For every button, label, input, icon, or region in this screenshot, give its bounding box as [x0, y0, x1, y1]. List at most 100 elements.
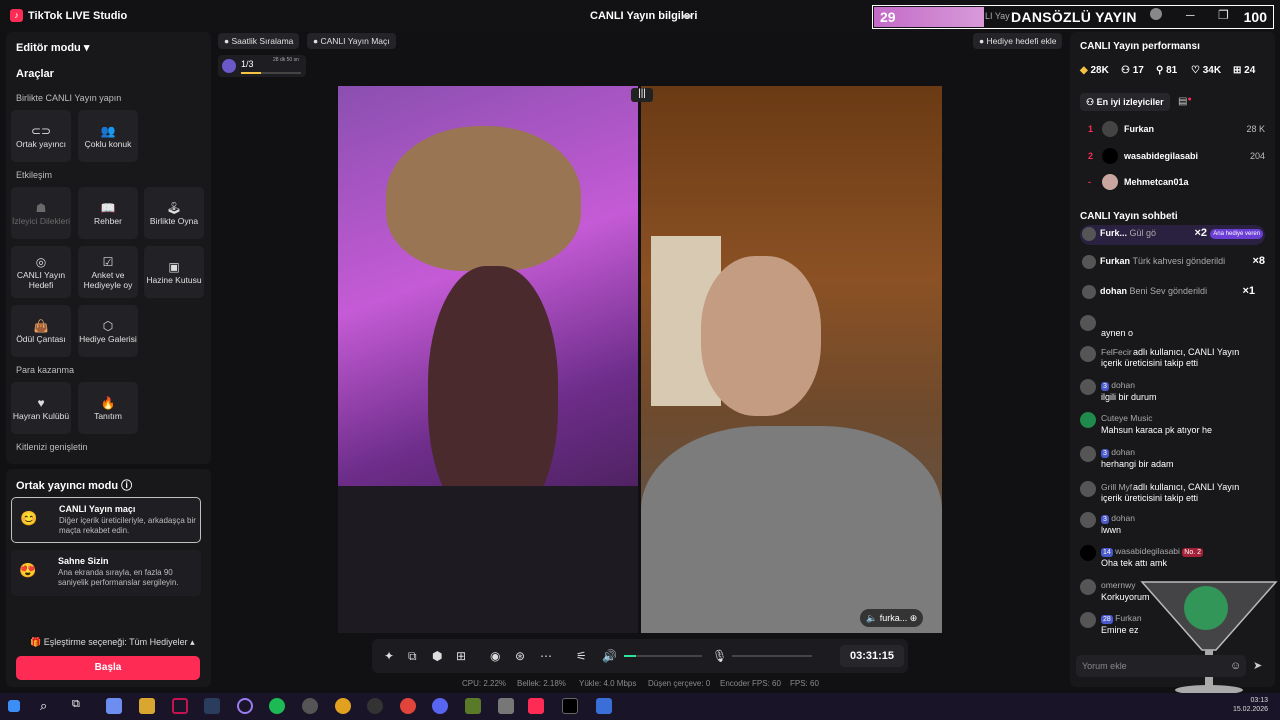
book-icon: 📖 — [100, 200, 116, 215]
explorer-icon[interactable] — [139, 698, 155, 714]
tool-guide[interactable]: 📖 Rehber — [78, 187, 138, 239]
shirt-left — [338, 486, 638, 633]
effects-icon[interactable]: ⬢ — [432, 649, 442, 663]
list-icon[interactable]: ▤● — [1178, 96, 1192, 107]
tool-treasure-box[interactable]: ▣ Hazine Kutusu — [144, 246, 204, 298]
metric-viewers: ⚇ 17 — [1121, 65, 1144, 76]
chip-live-match[interactable]: ● CANLI Yayın Maçı — [307, 33, 396, 49]
tiktok-icon[interactable] — [562, 698, 578, 714]
send-icon[interactable]: ➤ — [1253, 659, 1262, 672]
start-button[interactable]: Başla — [16, 656, 200, 680]
card-stage[interactable]: 😍 Sahne Sizin Ana ekranda sırayla, en fa… — [11, 550, 201, 596]
comment-input[interactable]: Yorum ekle — [1076, 655, 1246, 677]
hexagon-icon: ⬡ — [102, 318, 114, 333]
spotify-icon[interactable] — [269, 698, 285, 714]
shirt-right — [641, 426, 942, 633]
layout-icon[interactable]: ||| — [631, 88, 653, 102]
diamond-icon: ◆ — [1080, 65, 1088, 76]
section-audience: Kitlenizi genişletin — [16, 442, 88, 452]
editor-mode-dropdown[interactable]: Editör modu ▾ — [16, 41, 89, 54]
volume-icon[interactable]: 🔊 — [602, 649, 617, 663]
search-icon[interactable]: ⌕ — [40, 698, 56, 714]
metric-likes: ♡ 34K — [1191, 65, 1222, 76]
gift-icon: ⊞ — [1233, 65, 1242, 76]
settings-sliders-icon[interactable]: ⚟ — [576, 649, 587, 663]
viewer-row[interactable]: 1 Furkan 28 K — [1080, 120, 1265, 140]
app-icon[interactable] — [237, 698, 253, 714]
minecraft-icon[interactable] — [465, 698, 481, 714]
match-option-dropdown[interactable]: 🎁 Eşleştirme seçeneği: Tüm Hediyeler ▴ — [30, 637, 195, 648]
section-money: Para kazanma — [16, 365, 75, 375]
app-icon[interactable] — [498, 698, 514, 714]
maximize-icon[interactable]: ❐ — [1218, 8, 1229, 22]
emoji-icon[interactable]: ☺ — [1230, 660, 1241, 672]
gift-row[interactable]: Furkan Türk kahvesi gönderildi ×8 — [1080, 253, 1265, 273]
live-goal-progress[interactable]: 1/3 28 dk 50 sn — [218, 55, 306, 77]
camera-icon[interactable]: ⊛ — [515, 649, 525, 663]
add-source-icon[interactable]: ⊞ — [456, 649, 466, 663]
top-gifter-badge: Ana hediye veren — [1210, 229, 1263, 239]
cohost-title: Ortak yayıncı modu ⓘ — [16, 480, 133, 492]
more-icon[interactable]: ⋯ — [540, 649, 552, 663]
bear-hat — [386, 126, 581, 271]
tool-gift-gallery[interactable]: ⬡ Hediye Galerisi — [78, 305, 138, 357]
info-icon[interactable]: ⓘ — [121, 480, 132, 492]
overlay-faded-text: LI Yay — [985, 11, 1010, 21]
tool-live-goal[interactable]: ◎ CANLI Yayın Hedefi — [11, 246, 71, 298]
system-clock[interactable]: 03:13 15.02.2026 — [1233, 696, 1268, 714]
opera-icon[interactable] — [172, 698, 188, 714]
app-icon[interactable] — [400, 698, 416, 714]
avatar — [1082, 227, 1096, 241]
avatar — [1080, 612, 1096, 628]
card-live-match[interactable]: 😊 CANLI Yayın maçı Diğer içerik üreticil… — [11, 497, 201, 543]
stage-icon: 😍 — [19, 562, 37, 578]
avatar — [1080, 315, 1096, 331]
screen-icon[interactable]: ⧉ — [408, 649, 417, 664]
app-icon[interactable] — [596, 698, 612, 714]
task-view-icon[interactable]: ⧉ — [72, 698, 88, 714]
tiktok-live-studio-icon[interactable] — [528, 698, 544, 714]
gift-row[interactable]: Furk... Gül gö ×2 Ana hediye veren — [1080, 225, 1265, 245]
tool-play-together[interactable]: 🕹 Birlikte Oyna — [144, 187, 204, 239]
magic-icon[interactable]: ✦ — [384, 649, 394, 663]
tools-title: Araçlar — [16, 68, 54, 80]
avatar — [1080, 579, 1096, 595]
goal-icon — [222, 59, 236, 73]
minimize-icon[interactable]: ─ — [1186, 8, 1195, 22]
avatar-icon[interactable] — [1150, 8, 1162, 20]
volume-slider[interactable] — [624, 655, 702, 657]
viewer-row[interactable]: 2 wasabidegilasabi 204 — [1080, 147, 1265, 167]
tool-fan-club[interactable]: ♥ Hayran Kulübü — [11, 382, 71, 434]
record-icon[interactable]: ◉ — [490, 649, 500, 663]
stat-cpu: CPU: 2.22% — [462, 679, 507, 688]
match-icon: 😊 — [20, 510, 38, 526]
tab-top-viewers[interactable]: ⚇ En iyi izleyiciler — [1080, 93, 1170, 111]
obs-icon[interactable] — [367, 698, 383, 714]
viewer-row[interactable]: - Mehmetcan01a — [1080, 173, 1265, 193]
flame-icon: 🔥 — [100, 395, 116, 410]
chevron-down-icon: ▾ — [83, 42, 90, 54]
windows-start-icon[interactable] — [8, 700, 20, 712]
gift-row[interactable]: dohan Beni Sev gönderildi ×1 — [1080, 283, 1265, 303]
guest-name-tag[interactable]: 🔈 furka... ⊕ — [860, 609, 924, 627]
avatar — [1082, 285, 1096, 299]
chip-gift-goal[interactable]: ● Hediye hedefi ekle — [973, 33, 1063, 49]
avatar — [1102, 174, 1118, 190]
share-icon[interactable]: ➦ — [682, 9, 692, 23]
app-icon[interactable] — [302, 698, 318, 714]
discord-icon[interactable] — [432, 698, 448, 714]
tool-reward-bag[interactable]: 👜 Ödül Çantası — [11, 305, 71, 357]
tool-promote[interactable]: 🔥 Tanıtım — [78, 382, 138, 434]
tool-multi-guest[interactable]: 👥 Çoklu konuk — [78, 110, 138, 162]
copilot-icon[interactable] — [106, 698, 122, 714]
tool-poll[interactable]: ☑ Anket ve Hediyeyle oy — [78, 246, 138, 298]
chip-hourly-ranking[interactable]: ● Saatlik Sıralama — [218, 33, 300, 49]
steam-icon[interactable] — [204, 698, 220, 714]
tool-cohost[interactable]: ⊂⊃ Ortak yayıncı — [11, 110, 71, 162]
chrome-icon[interactable] — [335, 698, 351, 714]
mic-icon[interactable]: 🎙 — [712, 649, 727, 663]
stat-upload: Yükle: 4.0 Mbps — [579, 679, 637, 688]
mic-slider[interactable] — [732, 655, 812, 657]
tool-viewer-requests: ☗ İzleyici Dilekleri — [11, 187, 71, 239]
chest-icon: ▣ — [168, 259, 180, 274]
